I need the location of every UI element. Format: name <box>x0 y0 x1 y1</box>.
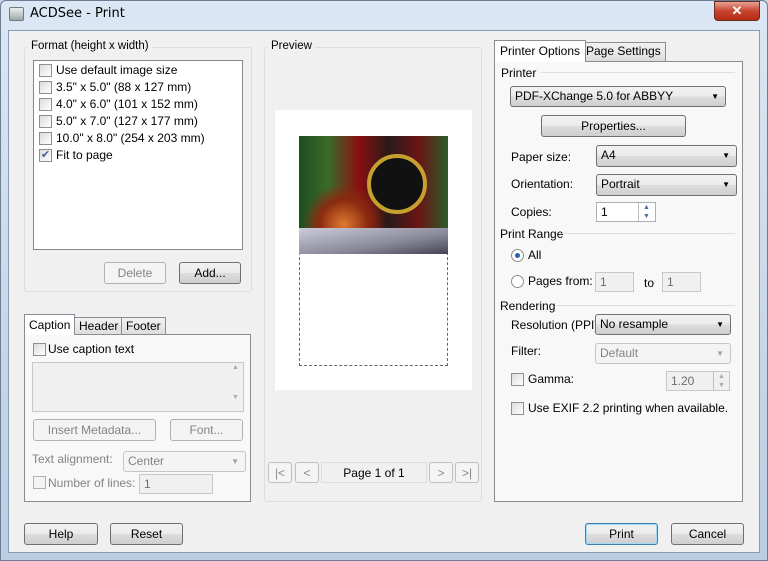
close-button[interactable]: ✕ <box>714 1 760 21</box>
format-checkbox[interactable] <box>39 115 52 128</box>
exif-label: Use EXIF 2.2 printing when available. <box>528 401 729 415</box>
filter-label: Filter: <box>511 344 541 358</box>
resolution-select[interactable]: No resample <box>595 314 731 335</box>
format-item-label: Use default image size <box>56 63 178 77</box>
caption-textarea[interactable] <box>32 362 244 412</box>
snow-image <box>299 228 448 254</box>
last-page-button[interactable]: >| <box>455 462 479 483</box>
tab-printer-options[interactable]: Printer Options <box>494 40 587 62</box>
format-checkbox[interactable] <box>39 132 52 145</box>
format-item-label: 3.5" x 5.0" (88 x 127 mm) <box>56 80 192 94</box>
add-button[interactable]: Add... <box>179 262 241 284</box>
first-page-button[interactable]: |< <box>268 462 292 483</box>
all-label: All <box>528 248 542 262</box>
gamma-checkbox[interactable] <box>511 373 524 386</box>
tab-caption[interactable]: Caption <box>24 314 76 335</box>
delete-button[interactable]: Delete <box>104 262 166 284</box>
use-caption-label: Use caption text <box>48 342 135 356</box>
help-button[interactable]: Help <box>24 523 98 545</box>
paper-size-select[interactable]: A4 <box>596 145 737 167</box>
pages-to-input[interactable]: 1 <box>662 272 701 292</box>
exif-checkbox[interactable] <box>511 402 524 415</box>
prev-page-button[interactable]: < <box>295 462 319 483</box>
text-alignment-label: Text alignment: <box>32 452 113 466</box>
printer-separator <box>541 72 735 73</box>
tab-page-settings[interactable]: Page Settings <box>581 42 666 61</box>
format-checkbox[interactable] <box>39 98 52 111</box>
preview-image <box>299 136 448 254</box>
format-checkbox[interactable] <box>39 64 52 77</box>
format-checkbox[interactable]: ✔ <box>39 149 52 162</box>
format-item-label: 5.0" x 7.0" (127 x 177 mm) <box>56 114 198 128</box>
clock-image <box>367 154 427 214</box>
copies-spinner[interactable]: ▲ ▼ <box>638 203 654 221</box>
pages-from-radio[interactable] <box>511 275 524 288</box>
print-range-legend: Print Range <box>500 227 564 241</box>
preview-legend: Preview <box>268 40 315 52</box>
insert-metadata-button[interactable]: Insert Metadata... <box>33 419 156 441</box>
all-radio[interactable] <box>511 249 524 262</box>
next-page-button[interactable]: > <box>429 462 453 483</box>
number-of-lines-label: Number of lines: <box>48 476 136 490</box>
format-checkbox[interactable] <box>39 81 52 94</box>
format-item-label: 10.0" x 8.0" (254 x 203 mm) <box>56 131 205 145</box>
format-legend: Format (height x width) <box>28 40 152 52</box>
format-item-label: 4.0" x 6.0" (101 x 152 mm) <box>56 97 198 111</box>
reset-button[interactable]: Reset <box>110 523 183 545</box>
paper-size-label: Paper size: <box>511 150 572 164</box>
print-button[interactable]: Print <box>585 523 658 545</box>
resolution-label: Resolution (PPI): <box>511 318 602 332</box>
tab-footer[interactable]: Footer <box>121 317 166 335</box>
rendering-legend: Rendering <box>500 299 556 313</box>
use-caption-checkbox[interactable] <box>33 343 46 356</box>
printer-app-icon <box>9 7 24 21</box>
copies-label: Copies: <box>511 205 552 219</box>
orientation-select[interactable]: Portrait <box>596 174 737 196</box>
properties-button[interactable]: Properties... <box>541 115 686 137</box>
printer-select[interactable]: PDF-XChange 5.0 for ABBYY <box>510 86 726 107</box>
gamma-spinner[interactable]: ▲ ▼ <box>713 372 729 390</box>
format-item-label: Fit to page <box>56 148 113 162</box>
orientation-label: Orientation: <box>511 177 574 191</box>
pages-from-label: Pages from: <box>528 274 593 288</box>
print-range-separator <box>562 233 735 234</box>
cancel-button[interactable]: Cancel <box>671 523 744 545</box>
gamma-label: Gamma: <box>528 372 575 386</box>
printer-legend: Printer <box>501 66 537 80</box>
caption-scrollbar[interactable]: ▲ ▼ <box>228 363 243 411</box>
window-title: ACDSee - Print <box>30 6 125 21</box>
pages-from-input[interactable]: 1 <box>595 272 634 292</box>
number-of-lines-checkbox[interactable] <box>33 476 46 489</box>
number-of-lines-input[interactable]: 1 <box>139 474 213 494</box>
tab-header[interactable]: Header <box>74 317 124 335</box>
rendering-separator <box>556 305 735 306</box>
font-button[interactable]: Font... <box>170 419 243 441</box>
page-indicator: Page 1 of 1 <box>321 462 427 483</box>
filter-select[interactable]: Default <box>595 343 731 364</box>
text-alignment-select[interactable]: Center <box>123 451 246 472</box>
to-label: to <box>644 276 655 290</box>
